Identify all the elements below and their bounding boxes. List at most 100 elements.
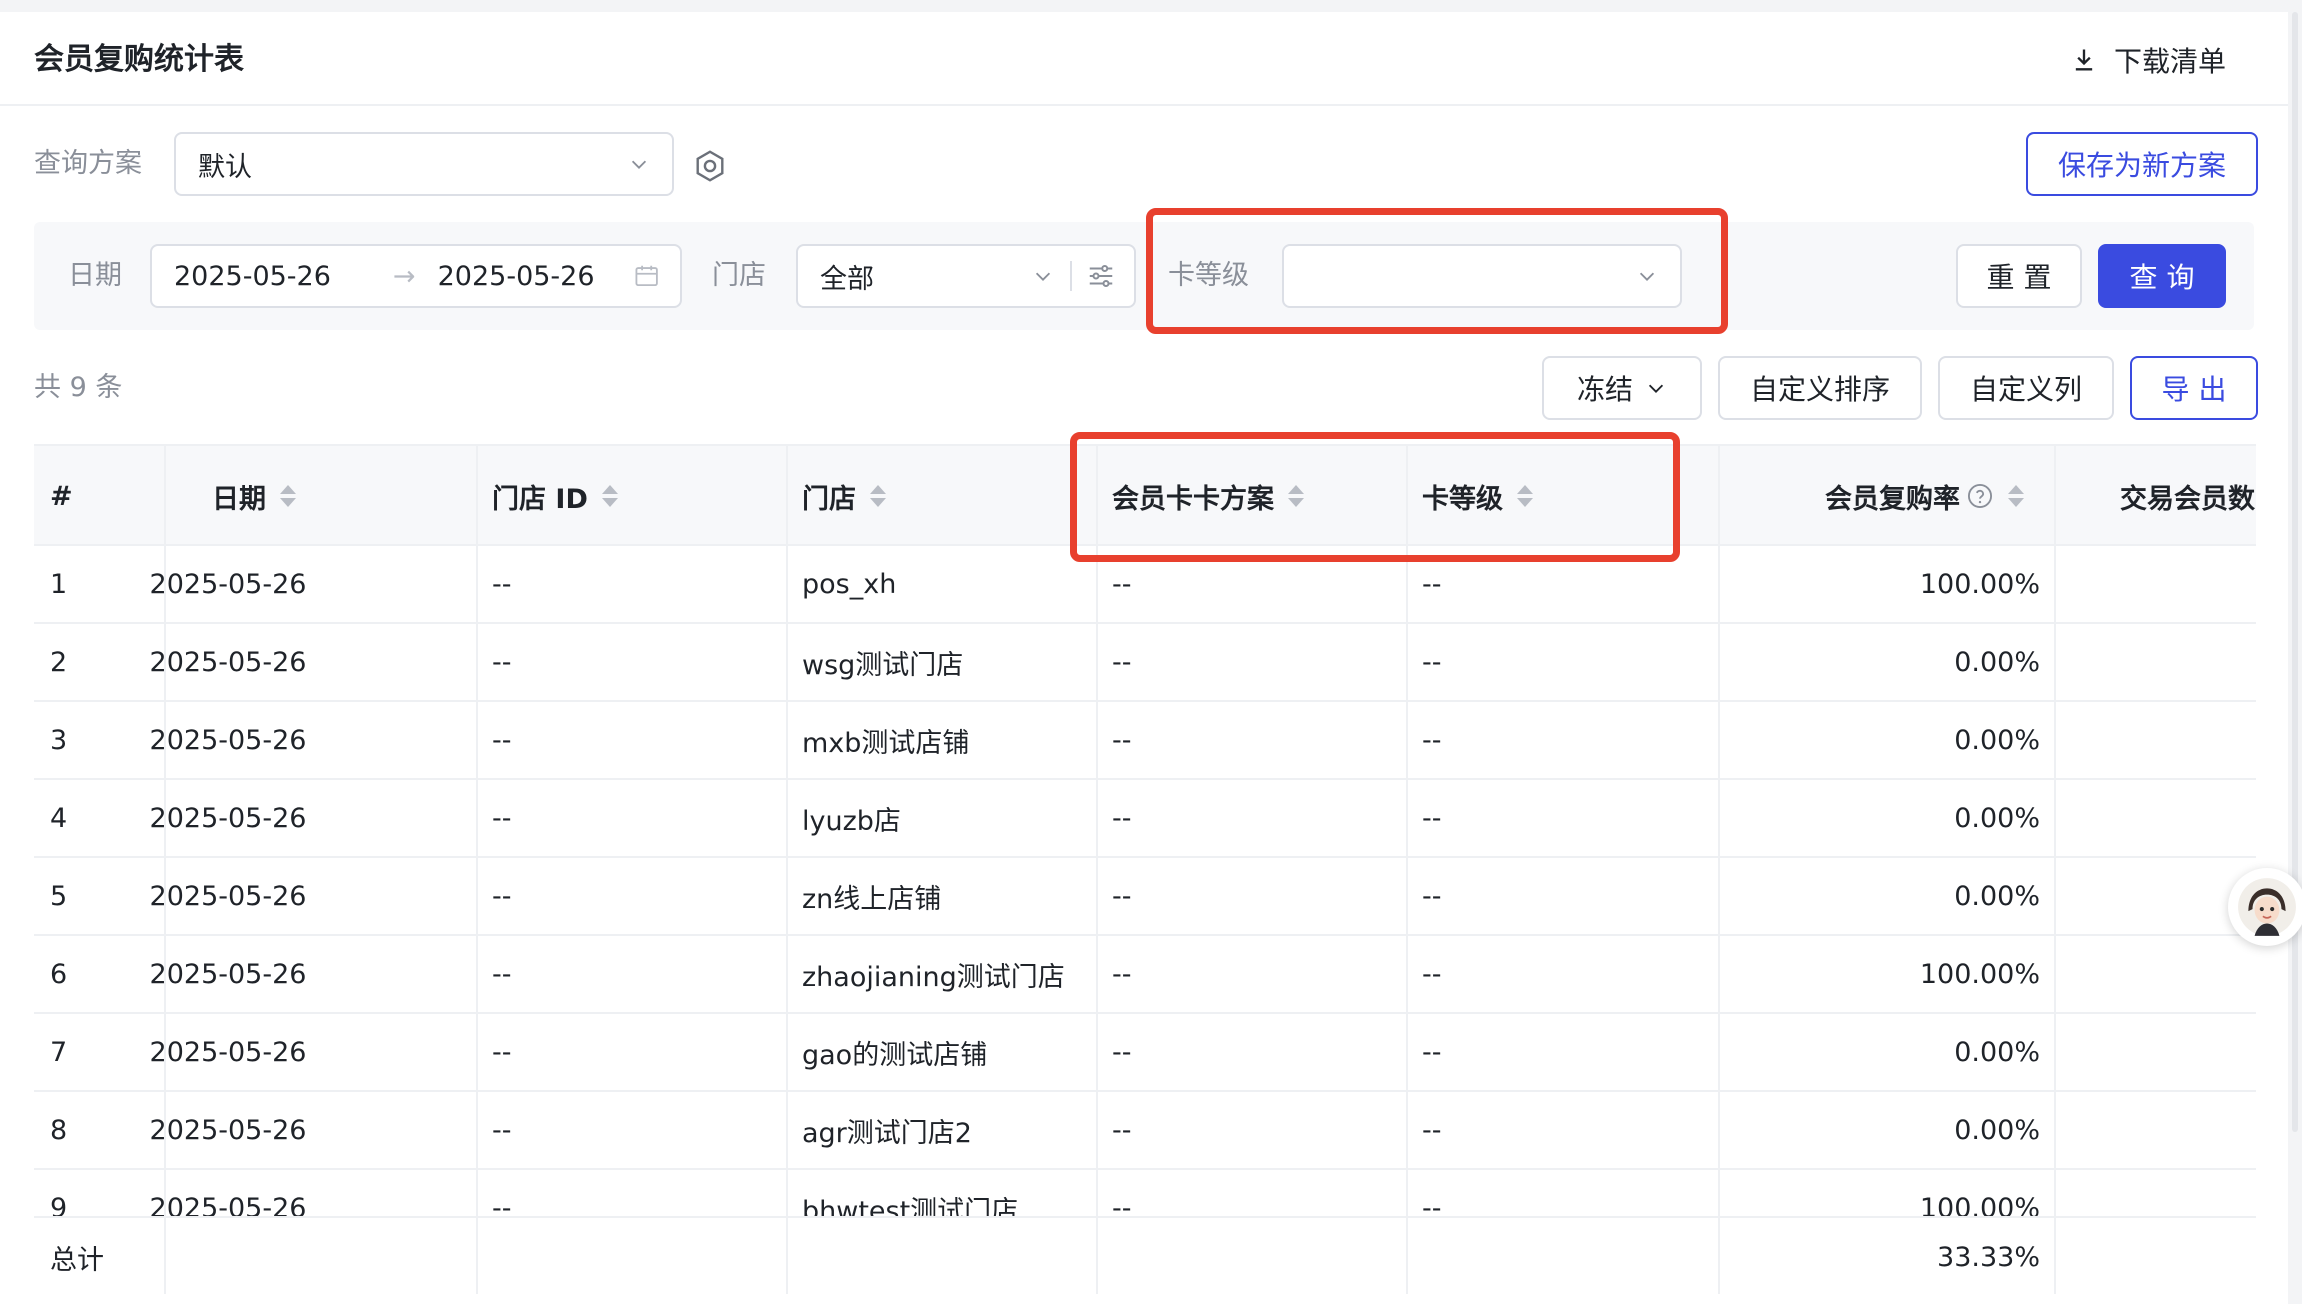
data-table: # 日期 门店 ID 门店 会员卡卡方案 卡等级 会员复购率 交易会员数 1 2… xyxy=(34,444,2256,1294)
cell-store-id: -- xyxy=(492,1114,512,1146)
filter-sliders-icon[interactable] xyxy=(1086,261,1116,291)
sort-icon[interactable] xyxy=(2008,485,2024,507)
table-row[interactable]: 2 2025-05-26 -- wsg测试门店 -- -- 0.00% xyxy=(34,624,2256,702)
cell-repurchase-rate: 0.00% xyxy=(1954,880,2040,912)
scheme-settings-icon[interactable] xyxy=(692,148,728,184)
store-select-divider xyxy=(1070,261,1072,291)
query-scheme-value: 默认 xyxy=(198,151,252,183)
cell-date: 2025-05-26 xyxy=(149,724,307,756)
custom-columns-button[interactable]: 自定义列 xyxy=(1938,356,2114,420)
cell-store-id: -- xyxy=(492,568,512,600)
cell-store: gao的测试店铺 xyxy=(802,1039,988,1071)
column-header-store-id[interactable]: 门店 ID xyxy=(492,446,618,546)
cell-card-level: -- xyxy=(1422,880,1442,912)
column-header-card-plan[interactable]: 会员卡卡方案 xyxy=(1112,446,1304,546)
date-range-picker[interactable]: 2025-05-26 → 2025-05-26 xyxy=(150,244,682,308)
save-as-new-scheme-button[interactable]: 保存为新方案 xyxy=(2026,132,2258,196)
column-header-store-label: 门店 xyxy=(802,483,856,515)
footer-total-rate: 33.33% xyxy=(1937,1241,2040,1273)
cell-index: 1 xyxy=(50,568,68,600)
cell-store: pos_xh xyxy=(802,568,897,600)
download-list-button[interactable]: 下载清单 xyxy=(2070,38,2226,82)
custom-sort-button[interactable]: 自定义排序 xyxy=(1718,356,1922,420)
cell-store-id: -- xyxy=(492,880,512,912)
column-header-store[interactable]: 门店 xyxy=(802,446,886,546)
cell-date: 2025-05-26 xyxy=(149,958,307,990)
help-circle-icon[interactable] xyxy=(1966,482,1994,510)
column-header-trade-members: 交易会员数 xyxy=(2120,483,2255,515)
cell-index: 6 xyxy=(50,958,68,990)
chevron-down-icon xyxy=(1639,272,1655,281)
total-count: 共 9 条 xyxy=(34,372,123,403)
date-end-value: 2025-05-26 xyxy=(437,260,595,292)
card-level-filter-label: 卡等级 xyxy=(1168,260,1249,291)
cell-card-plan: -- xyxy=(1112,958,1132,990)
column-header-card-level-label: 卡等级 xyxy=(1422,483,1503,515)
download-list-label: 下载清单 xyxy=(2114,45,2227,78)
column-separator xyxy=(1096,446,1098,1294)
query-scheme-select[interactable]: 默认 xyxy=(174,132,674,196)
column-header-repurchase-rate[interactable]: 会员复购率 xyxy=(1734,446,2024,546)
chevron-down-icon xyxy=(1648,384,1664,393)
store-select[interactable]: 全部 xyxy=(796,244,1136,308)
table-row[interactable]: 5 2025-05-26 -- zn线上店铺 -- -- 0.00% xyxy=(34,858,2256,936)
cell-card-plan: -- xyxy=(1112,568,1132,600)
column-header-date-label: 日期 xyxy=(212,483,266,515)
cell-card-plan: -- xyxy=(1112,880,1132,912)
table-row[interactable]: 6 2025-05-26 -- zhaojianing测试门店 -- -- 100.00% xyxy=(34,936,2256,1014)
cell-index: 7 xyxy=(50,1036,68,1068)
cell-store-id: -- xyxy=(492,724,512,756)
cell-store-id: -- xyxy=(492,802,512,834)
cell-index: 2 xyxy=(50,646,68,678)
chevron-down-icon xyxy=(631,160,647,169)
assistant-avatar[interactable] xyxy=(2228,868,2302,946)
table-row[interactable]: 3 2025-05-26 -- mxb测试店铺 -- -- 0.00% xyxy=(34,702,2256,780)
cell-date: 2025-05-26 xyxy=(149,1036,307,1068)
cell-repurchase-rate: 0.00% xyxy=(1954,1114,2040,1146)
query-button[interactable]: 查 询 xyxy=(2098,244,2226,308)
page-title: 会员复购统计表 xyxy=(34,42,244,77)
cell-store: zhaojianing测试门店 xyxy=(802,961,1065,993)
cell-store: wsg测试门店 xyxy=(802,649,964,681)
table-row[interactable]: 8 2025-05-26 -- agr测试门店2 -- -- 0.00% xyxy=(34,1092,2256,1170)
column-separator xyxy=(1406,446,1408,1294)
table-row[interactable]: 4 2025-05-26 -- lyuzb店 -- -- 0.00% xyxy=(34,780,2256,858)
cell-card-level: -- xyxy=(1422,724,1442,756)
cell-store: lyuzb店 xyxy=(802,805,901,837)
cell-index: 8 xyxy=(50,1114,68,1146)
cell-repurchase-rate: 0.00% xyxy=(1954,1036,2040,1068)
cell-card-level: -- xyxy=(1422,568,1442,600)
cell-card-plan: -- xyxy=(1112,802,1132,834)
column-header-card-level[interactable]: 卡等级 xyxy=(1422,446,1533,546)
freeze-dropdown[interactable]: 冻结 xyxy=(1542,356,1702,420)
cell-date: 2025-05-26 xyxy=(149,568,307,600)
card-level-select[interactable] xyxy=(1282,244,1682,308)
sort-icon[interactable] xyxy=(870,485,886,507)
sort-icon[interactable] xyxy=(1288,485,1304,507)
page-scrollbar[interactable] xyxy=(2292,12,2298,1132)
assistant-avatar-icon xyxy=(2238,878,2296,936)
cell-store-id: -- xyxy=(492,646,512,678)
sort-icon[interactable] xyxy=(280,485,296,507)
cell-store: mxb测试店铺 xyxy=(802,727,970,759)
cell-store: agr测试门店2 xyxy=(802,1117,972,1149)
column-header-index: # xyxy=(50,480,73,512)
cell-card-level: -- xyxy=(1422,1114,1442,1146)
column-header-date[interactable]: 日期 xyxy=(164,446,344,546)
cell-repurchase-rate: 0.00% xyxy=(1954,724,2040,756)
header-divider xyxy=(0,104,2288,106)
cell-index: 3 xyxy=(50,724,68,756)
footer-total-label: 总计 xyxy=(50,1244,104,1276)
cell-date: 2025-05-26 xyxy=(149,646,307,678)
column-separator xyxy=(786,446,788,1294)
cell-store: zn线上店铺 xyxy=(802,883,942,915)
sort-icon[interactable] xyxy=(1517,485,1533,507)
cell-card-plan: -- xyxy=(1112,1036,1132,1068)
column-header-repurchase-rate-label: 会员复购率 xyxy=(1825,483,1960,515)
table-row[interactable]: 7 2025-05-26 -- gao的测试店铺 -- -- 0.00% xyxy=(34,1014,2256,1092)
sort-icon[interactable] xyxy=(601,485,618,507)
cell-card-plan: -- xyxy=(1112,724,1132,756)
table-row[interactable]: 1 2025-05-26 -- pos_xh -- -- 100.00% xyxy=(34,546,2256,624)
export-button[interactable]: 导 出 xyxy=(2130,356,2258,420)
reset-button[interactable]: 重 置 xyxy=(1956,244,2082,308)
